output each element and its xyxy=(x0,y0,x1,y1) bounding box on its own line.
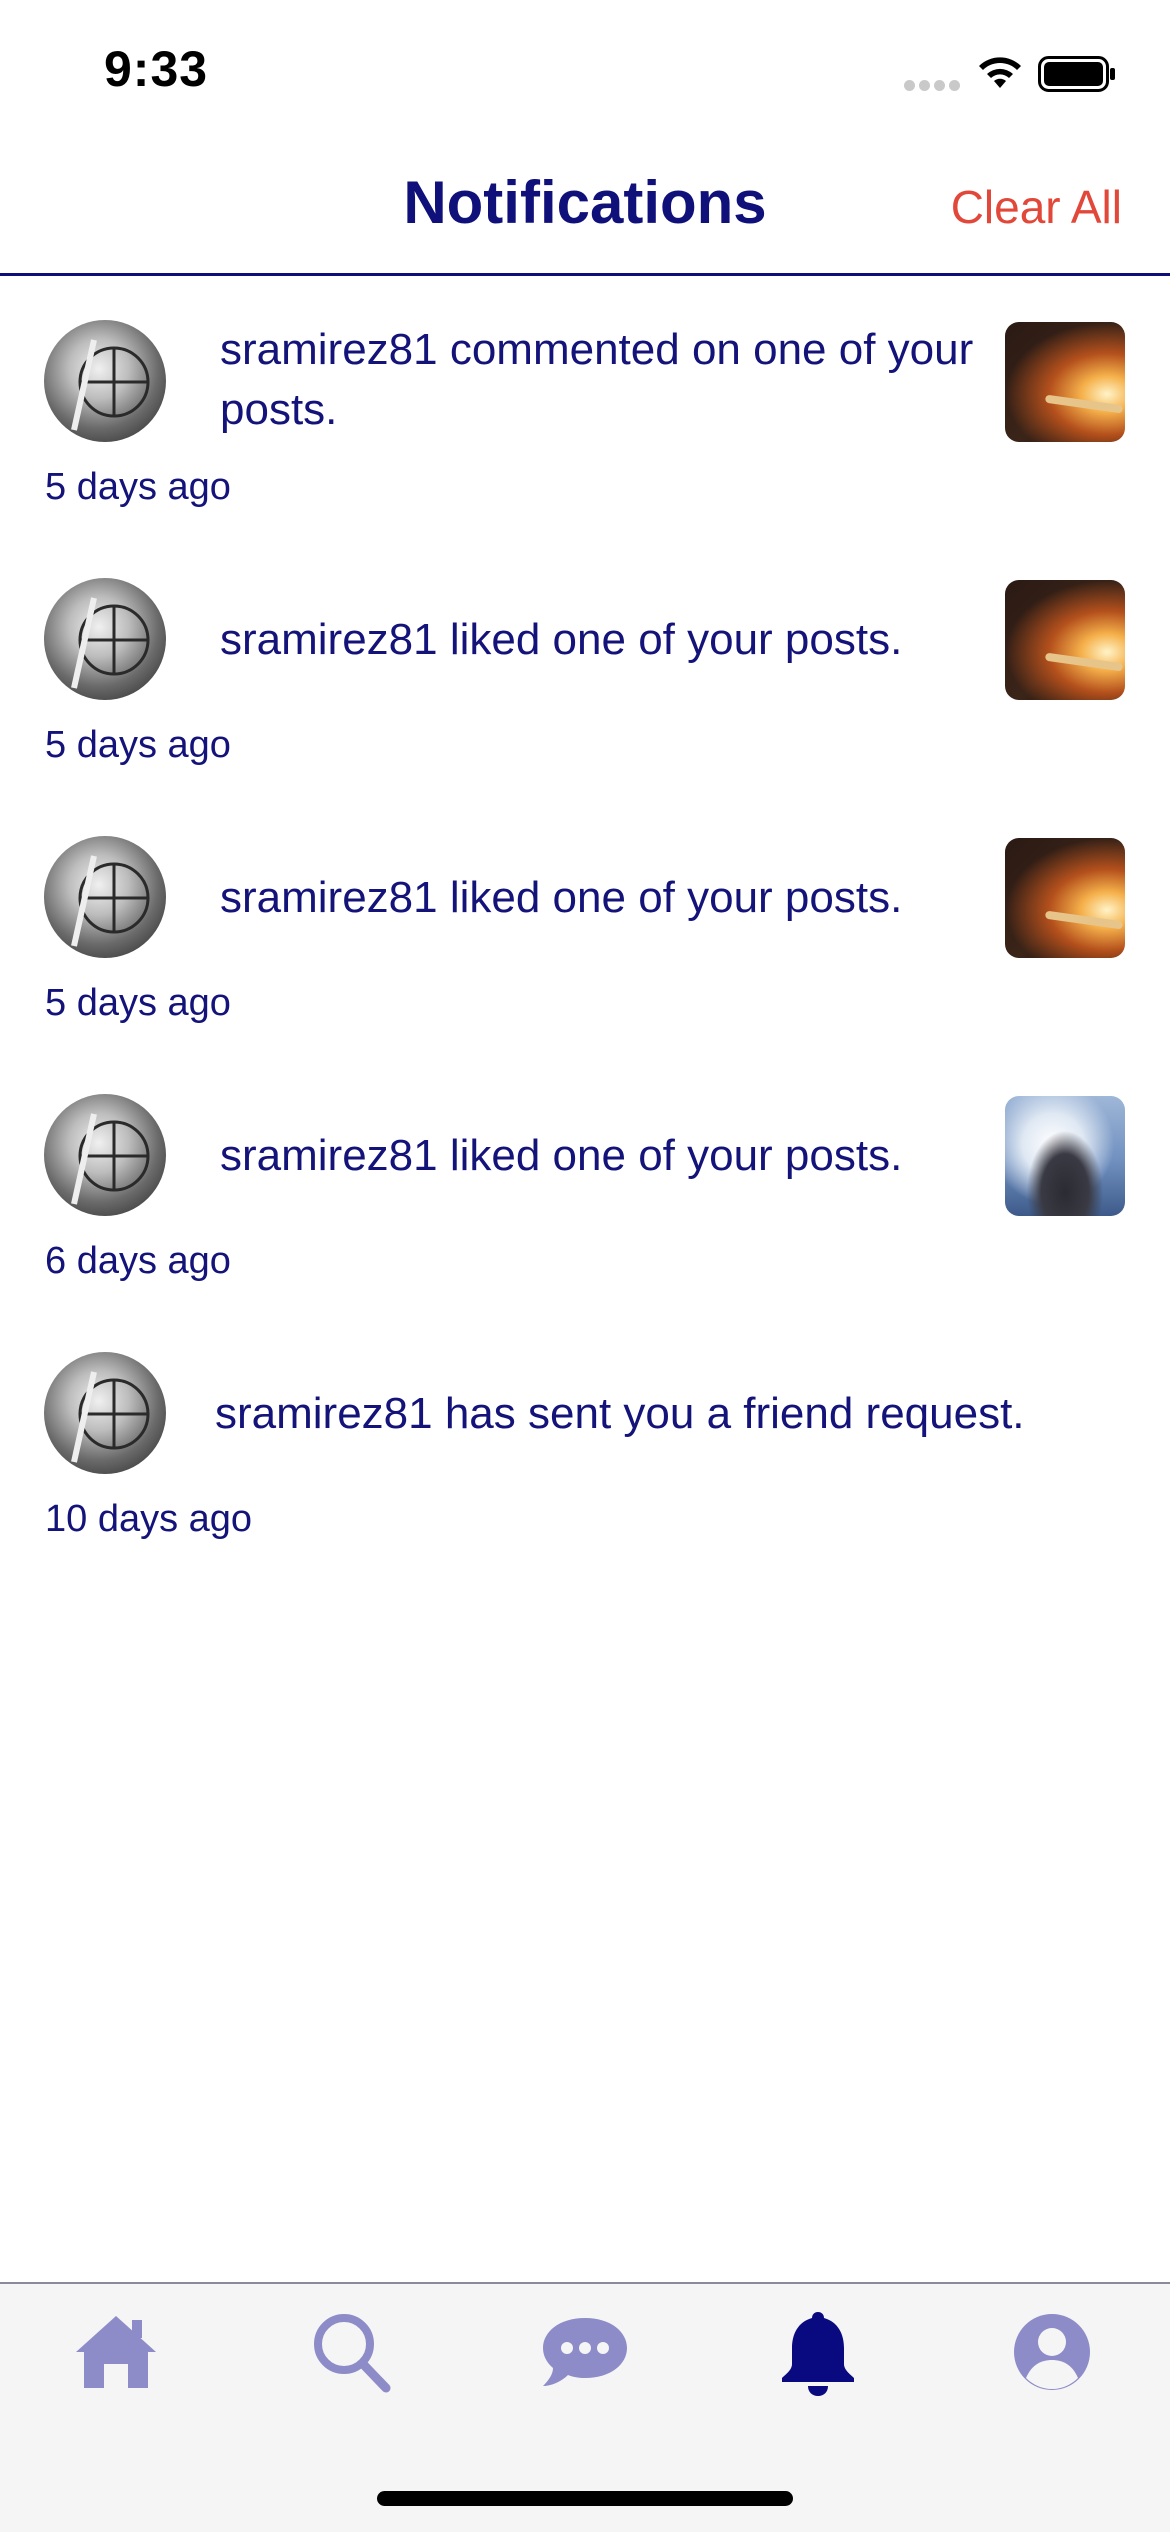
search-icon xyxy=(314,2314,391,2393)
post-thumbnail[interactable] xyxy=(1005,580,1125,700)
avatar[interactable] xyxy=(44,1352,166,1474)
navigation-header: Notifications Clear All xyxy=(0,140,1170,276)
post-thumbnail[interactable] xyxy=(1005,838,1125,958)
notification-item[interactable]: sramirez81 liked one of your posts. 5 da… xyxy=(0,796,1170,1054)
notification-time: 6 days ago xyxy=(45,1240,231,1282)
status-time: 9:33 xyxy=(104,41,209,97)
avatar[interactable] xyxy=(44,320,166,442)
tab-profile[interactable] xyxy=(1002,2302,1102,2402)
notification-item[interactable]: sramirez81 liked one of your posts. 6 da… xyxy=(0,1054,1170,1312)
tab-messages[interactable] xyxy=(535,2302,635,2402)
bell-icon xyxy=(782,2312,854,2396)
notification-text: sramirez81 liked one of your posts. xyxy=(220,615,903,664)
tab-search[interactable] xyxy=(300,2302,400,2402)
notification-item[interactable]: sramirez81 has sent you a friend request… xyxy=(0,1312,1170,1570)
notification-item[interactable]: sramirez81 commented on one of your post… xyxy=(0,280,1170,538)
tab-home[interactable] xyxy=(66,2302,166,2402)
notifications-screen: 9:33 Notifications Clear All sramirez81 … xyxy=(0,0,1170,2532)
notification-time: 10 days ago xyxy=(45,1498,253,1540)
notification-time: 5 days ago xyxy=(45,724,231,766)
notification-time: 5 days ago xyxy=(45,466,231,508)
home-indicator xyxy=(377,2491,793,2506)
notification-text: sramirez81 has sent you a friend request… xyxy=(215,1389,1025,1438)
tab-notifications[interactable] xyxy=(768,2302,868,2402)
notification-text: sramirez81 commented on one of your post… xyxy=(220,325,974,434)
battery-icon xyxy=(1038,56,1115,92)
post-thumbnail[interactable] xyxy=(1005,322,1125,442)
wifi-icon xyxy=(979,57,1021,88)
post-thumbnail[interactable] xyxy=(1005,1096,1125,1216)
profile-icon xyxy=(1014,2314,1090,2390)
notification-text: sramirez81 liked one of your posts. xyxy=(220,1131,903,1180)
status-bar: 9:33 xyxy=(0,0,1170,140)
home-icon xyxy=(76,2316,156,2388)
avatar[interactable] xyxy=(44,578,166,700)
cellular-signal-icon xyxy=(904,80,960,92)
notification-text: sramirez81 liked one of your posts. xyxy=(220,873,903,922)
clear-all-button[interactable]: Clear All xyxy=(951,180,1122,234)
chat-icon xyxy=(543,2318,627,2386)
notification-item[interactable]: sramirez81 liked one of your posts. 5 da… xyxy=(0,538,1170,796)
avatar[interactable] xyxy=(44,1094,166,1216)
notification-time: 5 days ago xyxy=(45,982,231,1024)
avatar[interactable] xyxy=(44,836,166,958)
